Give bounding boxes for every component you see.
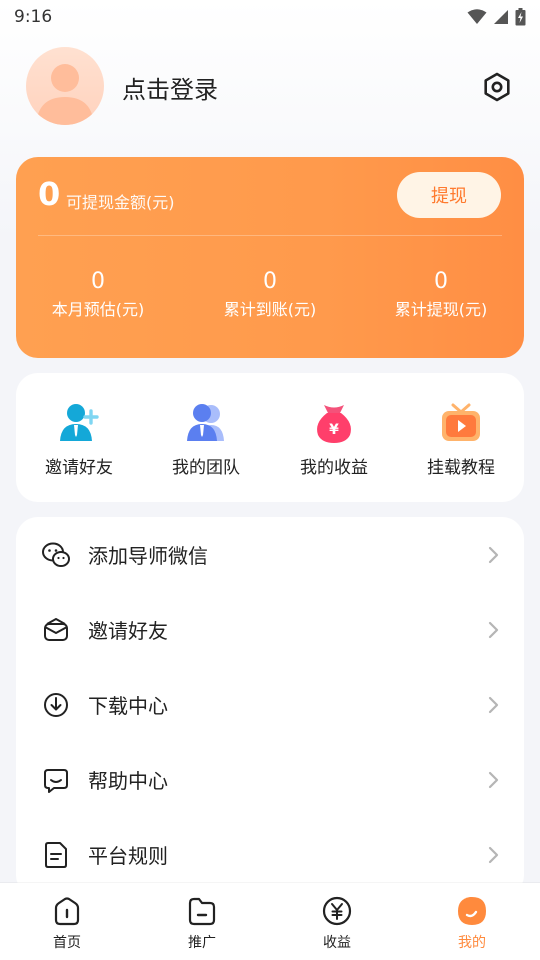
login-link[interactable]: 点击登录 (122, 70, 218, 105)
tv-tutorial-icon (442, 403, 480, 441)
home-icon (54, 897, 80, 926)
menu-item-add-mentor-wechat[interactable]: 添加导师微信 (16, 517, 524, 592)
menu-item-invite-friends[interactable]: 邀请好友 (16, 592, 524, 667)
svg-text:¥: ¥ (329, 422, 339, 438)
shortcut-invite-friends[interactable]: 邀请好友 (17, 401, 141, 479)
shortcut-label: 我的收益 (300, 458, 368, 478)
stat-value: 0 (434, 269, 448, 294)
chevron-right-icon (488, 546, 499, 563)
tab-label: 推广 (188, 935, 216, 951)
team-icon (187, 404, 224, 441)
stat-label: 累计到账(元) (223, 300, 317, 319)
yen-icon (322, 896, 352, 926)
chevron-right-icon (488, 771, 499, 788)
money-bag-icon: ¥ (317, 405, 351, 443)
signal-icon (494, 10, 508, 24)
document-icon (45, 841, 67, 868)
default-avatar-icon (36, 64, 94, 125)
withdrawable-amount-label: 可提现金额(元) (66, 193, 175, 212)
earnings-stats: 0 本月预估(元) 0 累计到账(元) 0 累计提现(元) (16, 269, 524, 329)
stat-label: 本月预估(元) (51, 300, 145, 319)
shortcut-mount-tutorial[interactable]: 挂载教程 (399, 401, 523, 479)
withdraw-button[interactable]: 提现 (397, 172, 501, 218)
menu-item-platform-rules[interactable]: 平台规则 (16, 817, 524, 892)
menu-label: 平台规则 (88, 844, 168, 868)
tab-label: 首页 (53, 935, 81, 951)
invite-friend-icon (60, 404, 99, 441)
chat-help-icon (44, 768, 68, 793)
withdrawable-amount: 0 (38, 175, 61, 213)
chevron-right-icon (488, 621, 499, 638)
avatar[interactable] (26, 47, 104, 125)
menu-label: 邀请好友 (88, 619, 168, 643)
menu-label: 帮助中心 (88, 769, 168, 793)
shortcut-label: 挂载教程 (427, 458, 495, 478)
tab-mine[interactable]: 我的 (422, 895, 522, 952)
tab-label: 我的 (458, 935, 486, 951)
status-icons (467, 8, 526, 26)
battery-icon (515, 8, 526, 26)
bottom-tab-bar: 首页 推广 收益 我的 (0, 883, 540, 960)
status-bar: 9:16 (0, 0, 540, 34)
shortcut-label: 邀请好友 (45, 458, 113, 478)
stat-value: 0 (91, 269, 105, 294)
menu-item-download-center[interactable]: 下载中心 (16, 667, 524, 742)
earnings-divider (38, 235, 502, 236)
stat-total-received: 0 累计到账(元) (200, 269, 340, 322)
status-time: 9:16 (14, 7, 53, 27)
folder-icon (188, 897, 216, 926)
shortcut-grid: 邀请好友 我的团队 ¥ 我的收益 挂载教程 (16, 373, 524, 502)
settings-button[interactable] (480, 70, 514, 104)
settings-gear-icon (484, 72, 510, 102)
chevron-right-icon (488, 846, 499, 863)
menu-label: 添加导师微信 (88, 544, 208, 568)
menu-list: 添加导师微信 邀请好友 下载中心 帮助中心 平台规则 (16, 517, 524, 897)
shortcut-my-earnings[interactable]: ¥ 我的收益 (272, 401, 396, 479)
earnings-card: 0 可提现金额(元) 提现 0 本月预估(元) 0 累计到账(元) 0 累计提现… (16, 157, 524, 358)
tab-label: 收益 (323, 935, 351, 951)
stat-value: 0 (263, 269, 277, 294)
chevron-right-icon (488, 696, 499, 713)
menu-label: 下载中心 (88, 694, 168, 718)
wechat-icon (42, 542, 70, 567)
tab-home[interactable]: 首页 (17, 895, 117, 952)
shortcut-my-team[interactable]: 我的团队 (144, 401, 268, 479)
stat-total-withdrawn: 0 累计提现(元) (371, 269, 511, 322)
stat-month-estimate: 0 本月预估(元) (28, 269, 168, 322)
tab-promote[interactable]: 推广 (152, 895, 252, 952)
envelope-icon (44, 617, 68, 641)
download-icon (44, 692, 68, 717)
menu-item-help-center[interactable]: 帮助中心 (16, 742, 524, 817)
wifi-icon (467, 9, 487, 24)
tab-earnings[interactable]: 收益 (287, 895, 387, 952)
stat-label: 累计提现(元) (394, 300, 488, 319)
shortcut-label: 我的团队 (172, 458, 240, 478)
profile-icon (458, 897, 486, 925)
